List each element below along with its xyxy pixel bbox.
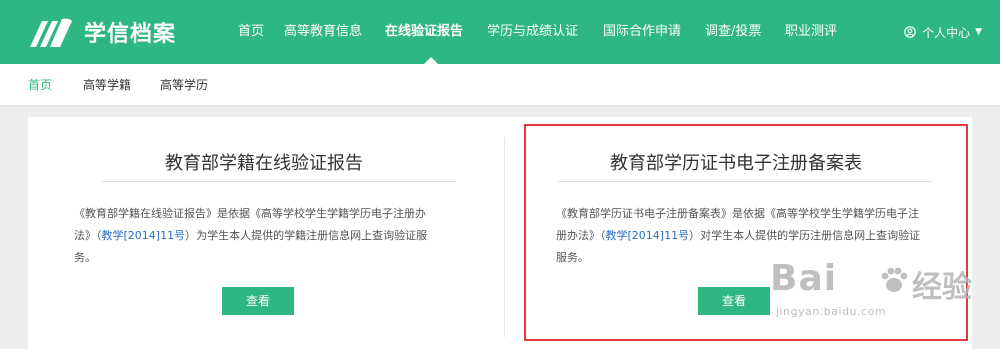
desc-text: ）为学生本人提供的学籍注册信息网上查询验证服 [185,229,428,242]
watermark-brand: Bai [770,258,838,299]
desc-line: 册办法》（教学[2014]11号）对学生本人提供的学历注册信息网上查询验证 [556,225,960,247]
desc-text: 法》（ [74,229,102,242]
user-center-menu[interactable]: 个人中心 ▼ [904,0,982,64]
panel-divider [102,181,456,182]
nav-home[interactable]: 首页 [238,0,264,64]
logo[interactable]: 学信档案 [28,14,176,50]
sub-navigation: 首页 高等学籍 高等学历 [0,64,1000,106]
top-navigation-bar: 学信档案 首页 高等教育信息 在线验证报告 学历与成绩认证 国际合作申请 调查/… [0,0,1000,64]
user-center-label: 个人中心 [922,25,971,40]
desc-line: 《教育部学历证书电子注册备案表》是依据《高等学校学生学籍学历电子注 [556,207,919,220]
active-nav-indicator [424,57,438,64]
nav-survey-vote[interactable]: 调查/投票 [705,0,761,64]
panel-description: 《教育部学籍在线验证报告》是依据《高等学校学生学籍学历电子注册办 法》（教学[2… [74,203,474,269]
watermark-brand-suffix: 经验 [912,270,972,305]
panel-title: 教育部学历证书电子注册备案表 [610,153,862,174]
book-logo-icon [30,18,72,47]
regulation-link[interactable]: 教学[2014]11号 [606,229,690,242]
paw-icon [881,267,908,292]
subnav-higher-enrollment[interactable]: 高等学籍 [83,64,131,106]
desc-line: 法》（教学[2014]11号）为学生本人提供的学籍注册信息网上查询验证服 [74,225,474,247]
nav-career-assessment[interactable]: 职业测评 [785,0,837,64]
baidu-jingyan-watermark: Bai 经验 jingyan.baidu.com [770,258,1000,348]
nav-online-verification-report[interactable]: 在线验证报告 [385,0,463,64]
view-enrollment-report-button[interactable]: 查看 [222,287,294,315]
regulation-link[interactable]: 教学[2014]11号 [102,229,186,242]
subnav-higher-degree[interactable]: 高等学历 [160,64,208,106]
logo-text: 学信档案 [84,22,177,47]
nav-higher-education-info[interactable]: 高等教育信息 [284,0,362,64]
nav-international-cooperation[interactable]: 国际合作申请 [603,0,681,64]
desc-text: 册办法》（ [556,229,606,242]
desc-line: 《教育部学籍在线验证报告》是依据《高等学校学生学籍学历电子注册办 [74,207,426,220]
panel-divider [558,181,932,182]
view-degree-registration-button[interactable]: 查看 [698,287,770,315]
desc-text: ）对学生本人提供的学历注册信息网上查询验证 [689,229,921,242]
user-icon [904,26,916,38]
panel-title: 教育部学籍在线验证报告 [165,153,363,174]
desc-line: 务。 [74,251,96,264]
nav-degree-grade-certification[interactable]: 学历与成绩认证 [487,0,578,64]
chevron-down-icon: ▼ [975,27,982,37]
watermark-url: jingyan.baidu.com [776,305,887,318]
subnav-home[interactable]: 首页 [28,64,52,106]
enrollment-report-panel: 教育部学籍在线验证报告 《教育部学籍在线验证报告》是依据《高等学校学生学籍学历电… [28,117,500,349]
